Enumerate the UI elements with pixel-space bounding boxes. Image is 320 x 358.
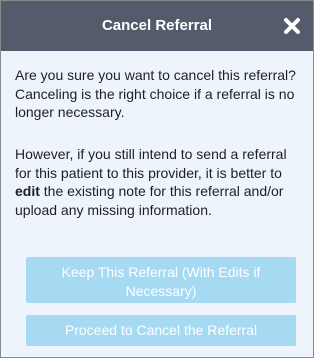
dialog-title: Cancel Referral	[101, 17, 213, 34]
close-icon[interactable]	[281, 15, 303, 37]
confirmation-message: Are you sure you want to cancel this ref…	[15, 67, 296, 120]
edit-suggestion-text-end: the existing note for this referral and/…	[15, 183, 284, 218]
edit-emphasis: edit	[15, 183, 40, 199]
proceed-cancel-referral-button[interactable]: Proceed to Cancel the Referral	[26, 315, 296, 346]
edit-suggestion-text-start: However, if you still intend to send a r…	[15, 146, 287, 181]
keep-referral-button[interactable]: Keep This Referral (With Edits if Necess…	[26, 257, 296, 303]
edit-suggestion-message: However, if you still intend to send a r…	[15, 145, 301, 219]
dialog-header: Cancel Referral	[1, 1, 313, 51]
cancel-referral-dialog: Cancel Referral Are you sure you want to…	[0, 0, 314, 358]
